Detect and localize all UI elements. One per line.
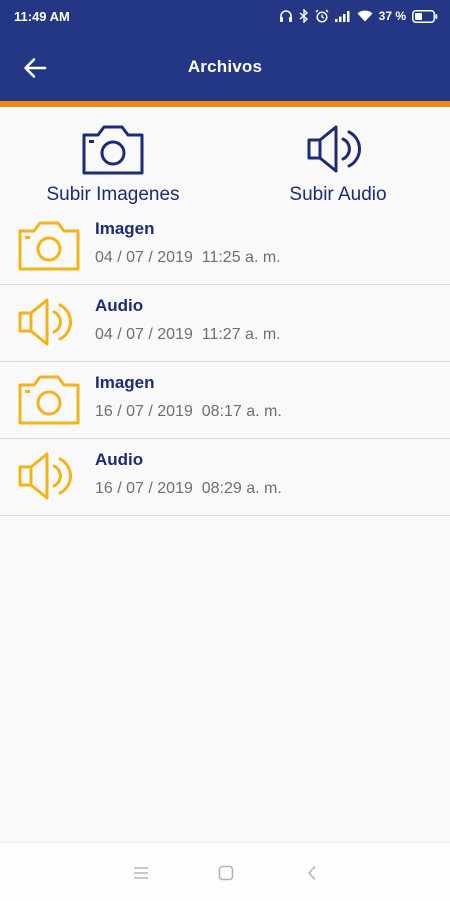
arrow-back-icon [24,58,47,78]
home-button[interactable] [214,861,238,885]
signal-icon [334,10,351,22]
file-type: Imagen [95,219,155,238]
file-type: Audio [95,450,144,469]
battery-percent: 37 % [378,9,406,23]
app-bar-accent-line [0,101,450,107]
file-date: 16 / 07 / 2019 08:17 a. m. [95,403,282,420]
camera-icon [16,217,82,273]
wifi-icon [357,10,373,22]
file-type: Imagen [95,373,155,392]
speaker-icon [16,448,82,504]
chevron-left-icon [307,865,316,881]
back-button[interactable] [20,54,50,82]
app-bar: Archivos [0,32,450,102]
file-date: 04 / 07 / 2019 11:25 a. m. [95,249,281,266]
speaker-icon [16,294,82,350]
camera-icon [80,118,146,180]
list-item[interactable]: Imagen 16 / 07 / 2019 08:17 a. m. [0,362,450,439]
status-icons: 37 % [279,9,438,23]
upload-images-label: Subir Imagenes [46,184,180,205]
battery-icon [412,9,438,23]
file-date: 04 / 07 / 2019 11:27 a. m. [95,326,281,343]
recent-apps-button[interactable] [129,861,153,885]
home-square-icon [218,865,234,881]
status-bar: 11:49 AM 37 % [0,0,450,32]
file-list: Imagen 04 / 07 / 2019 11:25 a. m. Audio … [0,208,450,516]
file-date: 16 / 07 / 2019 08:29 a. m. [95,480,282,497]
camera-icon [16,371,82,427]
system-back-button[interactable] [300,861,324,885]
status-time: 11:49 AM [14,8,70,24]
upload-audio-button[interactable]: Subir Audio [238,110,438,210]
upload-audio-label: Subir Audio [289,184,387,205]
headphones-icon [279,9,293,23]
list-item[interactable]: Audio 04 / 07 / 2019 11:27 a. m. [0,285,450,362]
bluetooth-icon [299,9,309,23]
speaker-icon [305,118,371,180]
menu-icon [134,867,148,879]
upload-actions: Subir Imagenes Subir Audio [0,110,450,210]
list-item[interactable]: Audio 16 / 07 / 2019 08:29 a. m. [0,439,450,516]
page-title: Archivos [187,57,263,76]
list-item[interactable]: Imagen 04 / 07 / 2019 11:25 a. m. [0,208,450,285]
upload-images-button[interactable]: Subir Imagenes [13,110,213,210]
file-type: Audio [95,296,144,315]
alarm-icon [315,9,329,23]
system-nav-bar [0,842,450,901]
